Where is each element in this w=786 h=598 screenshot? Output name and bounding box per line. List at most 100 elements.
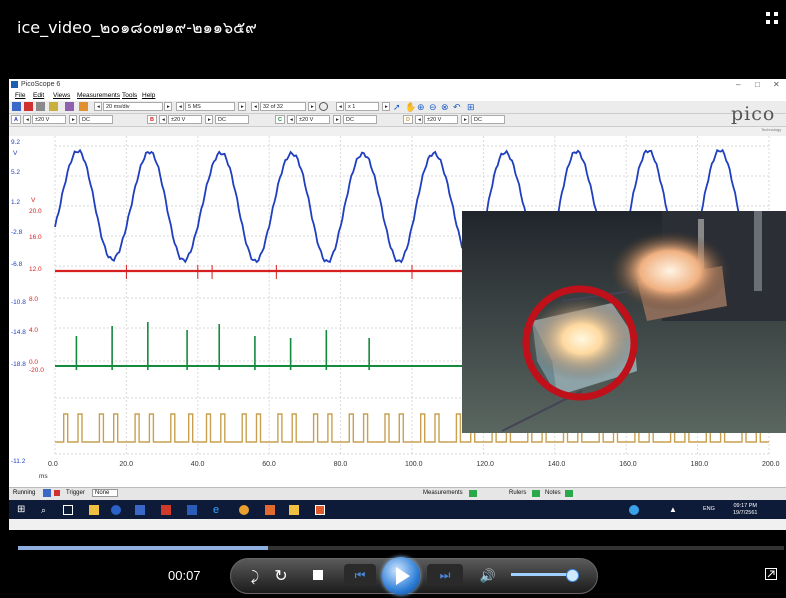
expand-icon[interactable] [766, 12, 780, 26]
seek-bar[interactable] [18, 546, 784, 550]
menu-tools[interactable]: Tools [122, 92, 137, 99]
play-icon[interactable] [382, 557, 420, 595]
zoom-fit-icon[interactable]: ⊞ [467, 102, 476, 112]
app-icon[interactable] [111, 505, 121, 515]
menu-measurements[interactable]: Measurements [77, 92, 120, 99]
search-icon[interactable]: ⌕ [41, 505, 51, 515]
taskbar-clock[interactable]: 09:17 PM 19/7/2561 [733, 503, 757, 517]
status-bar: Running Trigger None Measurements Rulers… [9, 487, 786, 500]
channel-a-range-right[interactable]: ▸ [69, 115, 77, 124]
media-player-icon[interactable] [315, 505, 325, 515]
close-icon[interactable]: ✕ [773, 80, 780, 89]
file-explorer-icon[interactable] [89, 505, 99, 515]
zoom-select[interactable]: x 1 [345, 102, 379, 111]
pointer-icon[interactable]: ➚ [393, 102, 402, 112]
word-icon[interactable] [187, 505, 197, 515]
notification-app-icon[interactable] [629, 505, 639, 515]
channel-c-button[interactable]: C [275, 115, 285, 124]
channel-b-range-right[interactable]: ▸ [205, 115, 213, 124]
previous-icon[interactable]: ⏮ [344, 564, 376, 586]
scope-plot[interactable]: 9.2 5.2 1.2 -2.8 -6.8 -10.8 -14.8 -18.8 -11.2 V V 2… [9, 136, 786, 530]
picoscope-task-icon[interactable] [135, 505, 145, 515]
scope-mode-icon[interactable] [12, 102, 21, 111]
video-frame[interactable]: PicoScope 6 – □ ✕ File Edit Views Measur… [9, 79, 786, 530]
trigger-mode-select[interactable]: None [92, 489, 119, 497]
toolbar-channels: A ◂ ±20 V ▸ DC B ◂ ±20 V ▸ DC C ◂ ±20 V ▸ DC D ◂ ±20 V ▸ DC [9, 114, 786, 127]
signal-generator-icon[interactable] [79, 102, 88, 111]
undo-zoom-icon[interactable]: ↶ [453, 102, 462, 112]
timebase-select[interactable]: 20 ms/div [103, 102, 163, 111]
persistence-mode-icon[interactable] [36, 102, 45, 111]
channel-options-icon[interactable] [49, 102, 58, 111]
menu-edit[interactable]: Edit [33, 92, 44, 99]
channel-a-range-select[interactable]: ±20 V [32, 115, 66, 124]
language-indicator[interactable]: ENG [703, 506, 715, 512]
windows-start-icon[interactable]: ⊞ [17, 505, 27, 515]
channel-a-button[interactable]: A [11, 115, 21, 124]
zoom-right-button[interactable]: ▸ [382, 102, 390, 111]
y-tick-label-a: 1.2 [11, 199, 20, 206]
zoom-left-button[interactable]: ◂ [336, 102, 344, 111]
folder-icon[interactable] [289, 505, 299, 515]
stop-capture-icon[interactable] [54, 490, 60, 496]
channel-b-coupling-select[interactable]: DC [215, 115, 249, 124]
run-icon[interactable] [43, 489, 51, 497]
task-view-icon[interactable] [63, 505, 73, 515]
channel-d-range-right[interactable]: ▸ [461, 115, 469, 124]
y-tick-label-b: 0.0 [29, 359, 38, 366]
y-tick-label-b: -20.0 [29, 367, 44, 374]
paint-icon[interactable] [265, 505, 275, 515]
menu-file[interactable]: File [15, 92, 25, 99]
measurements-label[interactable]: Measurements [423, 490, 463, 496]
channel-b-button[interactable]: B [147, 115, 157, 124]
volume-icon[interactable]: 🔊 [478, 566, 498, 586]
powerpoint-icon[interactable] [161, 505, 171, 515]
stop-icon[interactable] [310, 567, 326, 583]
spectrum-mode-icon[interactable] [24, 102, 33, 111]
channel-b-range-select[interactable]: ±20 V [168, 115, 202, 124]
notes-label[interactable]: Notes [545, 490, 561, 496]
rulers-label[interactable]: Rulers [509, 490, 526, 496]
buffer-navigator[interactable]: 32 of 32 [260, 102, 306, 111]
rewind-icon[interactable]: ⤸ [244, 566, 266, 586]
channel-a-coupling-select[interactable]: DC [79, 115, 113, 124]
measurements-add-icon[interactable] [469, 490, 477, 497]
minimize-icon[interactable]: – [736, 80, 740, 89]
samples-left-button[interactable]: ◂ [176, 102, 184, 111]
zoom-area-icon[interactable]: ⊗ [441, 102, 450, 112]
zoom-out-icon[interactable]: ⊖ [429, 102, 438, 112]
volume-knob[interactable] [566, 569, 579, 582]
edge-icon[interactable]: e [213, 505, 223, 516]
channel-c-range-select[interactable]: ±20 V [296, 115, 330, 124]
timebase-left-button[interactable]: ◂ [94, 102, 102, 111]
timebase-right-button[interactable]: ▸ [164, 102, 172, 111]
buffer-reset-icon[interactable] [319, 102, 328, 111]
buffer-right-button[interactable]: ▸ [308, 102, 316, 111]
menu-help[interactable]: Help [142, 92, 155, 99]
fullscreen-icon[interactable] [765, 567, 777, 580]
zoom-in-icon[interactable]: ⊕ [417, 102, 426, 112]
channel-d-coupling-select[interactable]: DC [471, 115, 505, 124]
rulers-icon[interactable] [532, 490, 540, 497]
probe-icon[interactable] [65, 102, 74, 111]
channel-c-range-right[interactable]: ▸ [333, 115, 341, 124]
channel-d-range-left[interactable]: ◂ [415, 115, 423, 124]
maximize-icon[interactable]: □ [755, 80, 760, 89]
hand-icon[interactable]: ✋ [405, 102, 416, 112]
channel-b-range-left[interactable]: ◂ [159, 115, 167, 124]
channel-d-button[interactable]: D [403, 115, 413, 124]
channel-c-coupling-select[interactable]: DC [343, 115, 377, 124]
samples-select[interactable]: 5 MS [185, 102, 235, 111]
notes-icon[interactable] [565, 490, 573, 497]
chrome-icon[interactable] [239, 505, 249, 515]
channel-a-range-left[interactable]: ◂ [23, 115, 31, 124]
x-tick-label: 160.0 [619, 461, 637, 468]
buffer-left-button[interactable]: ◂ [251, 102, 259, 111]
network-icon[interactable]: ▲ [669, 505, 679, 515]
menu-views[interactable]: Views [53, 92, 70, 99]
next-icon[interactable]: ⏭ [427, 564, 463, 586]
samples-right-button[interactable]: ▸ [238, 102, 246, 111]
repeat-icon[interactable]: ↻ [271, 566, 291, 586]
channel-d-range-select[interactable]: ±20 V [424, 115, 458, 124]
channel-c-range-left[interactable]: ◂ [287, 115, 295, 124]
